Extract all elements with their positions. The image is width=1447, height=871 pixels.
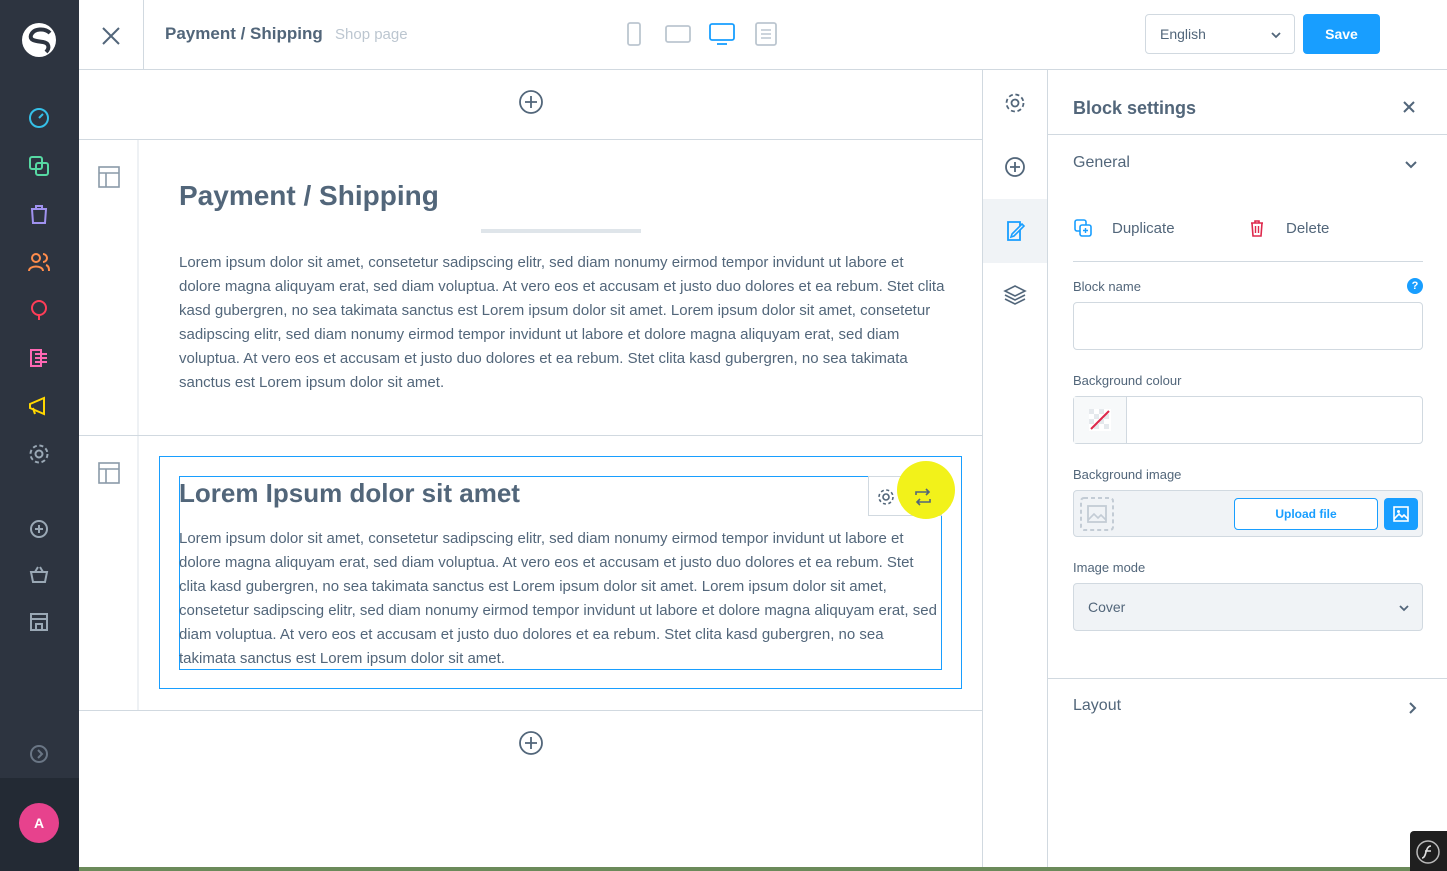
- close-icon: [102, 27, 120, 45]
- expand-icon[interactable]: [27, 742, 51, 766]
- block-name-label: Block name: [1073, 279, 1141, 294]
- add-section-top: [79, 70, 982, 139]
- close-icon[interactable]: [1402, 100, 1416, 114]
- layout-icon[interactable]: [98, 166, 120, 188]
- block-heading[interactable]: Lorem Ipsum dolor sit amet: [179, 478, 520, 509]
- section-gutter: [79, 436, 139, 711]
- duplicate-icon: [1074, 219, 1092, 237]
- add-section-icon[interactable]: [518, 730, 544, 756]
- bg-image-upload: Upload file: [1073, 490, 1423, 537]
- section-gutter: [79, 140, 139, 435]
- add-section-icon[interactable]: [518, 89, 544, 115]
- background-strip: [79, 867, 1410, 871]
- delete-button[interactable]: Delete: [1247, 216, 1367, 240]
- divider: [1073, 261, 1423, 262]
- trash-icon: [1251, 220, 1263, 237]
- desktop-icon[interactable]: [709, 22, 735, 46]
- layers-icon: [1003, 285, 1027, 305]
- add-icon[interactable]: [27, 517, 51, 541]
- marketing-icon[interactable]: [27, 346, 51, 370]
- avatar[interactable]: A: [19, 803, 59, 843]
- heading-divider: [481, 229, 641, 233]
- bg-colour-label: Background colour: [1073, 373, 1182, 388]
- settings-icon[interactable]: [27, 442, 51, 466]
- no-colour-icon: [1089, 409, 1111, 431]
- admin-sidebar: A: [0, 0, 79, 871]
- delete-label: Delete: [1286, 220, 1330, 237]
- duplicate-label: Duplicate: [1112, 220, 1175, 237]
- add-block-icon: [1005, 157, 1025, 177]
- language-value: English: [1160, 26, 1206, 42]
- list-view-icon[interactable]: [753, 22, 779, 46]
- chevron-right-icon[interactable]: [1406, 701, 1420, 715]
- section-heading[interactable]: Payment / Shipping: [179, 180, 439, 212]
- image-mode-label: Image mode: [1073, 560, 1146, 575]
- catalogues-icon[interactable]: [27, 154, 51, 178]
- section-text[interactable]: Lorem ipsum dolor sit amet, consetetur s…: [179, 251, 949, 395]
- image-placeholder-icon: [1080, 497, 1114, 531]
- bg-colour-field[interactable]: [1073, 396, 1423, 444]
- basket-icon[interactable]: [27, 563, 51, 587]
- page-type: Shop page: [335, 26, 408, 43]
- block-settings-panel: Block settings General Duplicate Delete …: [1048, 70, 1447, 871]
- cms-section-2[interactable]: Lorem Ipsum dolor sit amet Lorem ipsum d…: [79, 435, 982, 711]
- page-title: Payment / Shipping: [165, 24, 323, 43]
- tab-layers[interactable]: [983, 263, 1047, 327]
- customers-icon[interactable]: [27, 250, 51, 274]
- close-editor-button[interactable]: [79, 0, 144, 70]
- colour-swatch[interactable]: [1074, 397, 1127, 443]
- tab-add-blocks[interactable]: [983, 135, 1047, 199]
- media-library-button[interactable]: [1384, 498, 1418, 530]
- chevron-down-icon: [1399, 605, 1409, 612]
- mobile-icon[interactable]: [621, 22, 647, 46]
- upload-file-button[interactable]: Upload file: [1234, 498, 1378, 530]
- tablet-icon[interactable]: [665, 22, 691, 46]
- image-mode-select[interactable]: Cover: [1073, 583, 1423, 631]
- sidebar-tabs: [982, 70, 1048, 871]
- dashboard-icon[interactable]: [27, 106, 51, 130]
- duplicate-button[interactable]: Duplicate: [1073, 216, 1213, 240]
- layout-accordion-title[interactable]: Layout: [1073, 697, 1121, 715]
- divider: [1048, 678, 1447, 679]
- bg-image-label: Background image: [1073, 467, 1182, 482]
- content-icon[interactable]: [27, 298, 51, 322]
- image-icon: [1393, 506, 1409, 522]
- cms-section-1[interactable]: Payment / Shipping Lorem ipsum dolor sit…: [79, 139, 982, 435]
- top-bar: Payment / Shipping Shop page English Sav…: [79, 0, 1447, 70]
- block-text[interactable]: Lorem ipsum dolor sit amet, consetetur s…: [179, 527, 944, 671]
- block-name-field[interactable]: [1073, 302, 1423, 350]
- settings-icon: [1005, 93, 1025, 113]
- symfony-toolbar-button[interactable]: [1410, 831, 1447, 871]
- save-button[interactable]: Save: [1303, 14, 1380, 54]
- promotion-icon[interactable]: [27, 394, 51, 418]
- panel-header: Block settings: [1048, 70, 1447, 135]
- element-settings-icon[interactable]: [876, 487, 896, 507]
- help-icon[interactable]: ?: [1407, 278, 1423, 294]
- panel-title: Block settings: [1073, 98, 1197, 118]
- chevron-down-icon[interactable]: [1404, 158, 1418, 172]
- tab-page-settings[interactable]: [983, 71, 1047, 135]
- cms-canvas: Payment / Shipping Lorem ipsum dolor sit…: [79, 70, 982, 871]
- chevron-down-icon: [1271, 32, 1281, 39]
- edit-block-icon: [1007, 221, 1026, 241]
- image-mode-value: Cover: [1088, 599, 1126, 615]
- layout-icon[interactable]: [98, 462, 120, 484]
- orders-icon[interactable]: [27, 202, 51, 226]
- tab-block-settings[interactable]: [983, 199, 1047, 263]
- language-select[interactable]: English: [1145, 14, 1295, 54]
- symfony-logo-icon: [1416, 840, 1440, 864]
- shopware-logo-icon[interactable]: [19, 20, 59, 60]
- shop-icon[interactable]: [27, 610, 51, 634]
- general-accordion-title[interactable]: General: [1073, 154, 1130, 172]
- add-section-bottom: [79, 710, 982, 779]
- swap-element-icon[interactable]: [913, 487, 933, 507]
